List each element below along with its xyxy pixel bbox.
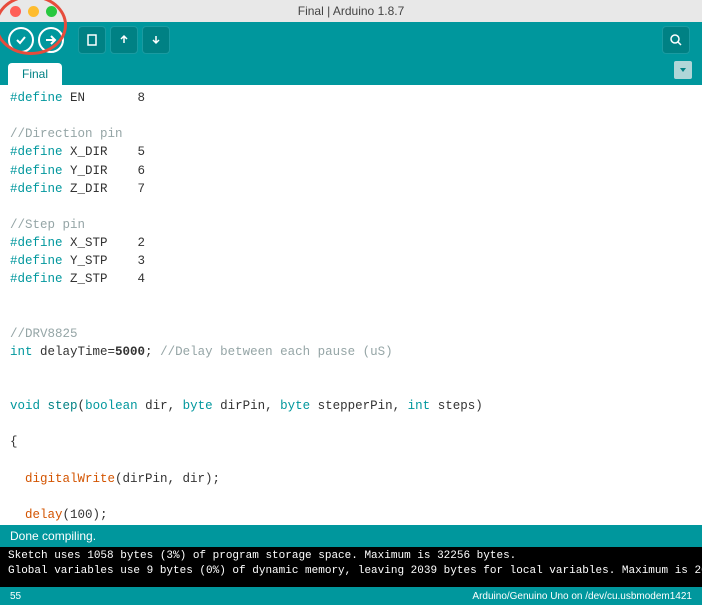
toolbar <box>0 22 702 57</box>
status-bar: Done compiling. <box>0 525 702 547</box>
footer-bar: 55 Arduino/Genuino Uno on /dev/cu.usbmod… <box>0 587 702 605</box>
code-editor[interactable]: #define EN 8 //Direction pin #define X_D… <box>0 85 702 525</box>
sketch-tab[interactable]: Final <box>8 63 62 85</box>
console-line1: Sketch uses 1058 bytes (3%) of program s… <box>8 550 516 562</box>
new-sketch-button[interactable] <box>78 26 106 54</box>
tab-menu-button[interactable] <box>674 61 692 79</box>
console-line2: Global variables use 9 bytes (0%) of dyn… <box>8 565 702 577</box>
console-output: Sketch uses 1058 bytes (3%) of program s… <box>0 547 702 587</box>
upload-button[interactable] <box>38 27 64 53</box>
open-sketch-button[interactable] <box>110 26 138 54</box>
status-message: Done compiling. <box>10 529 96 543</box>
window-titlebar: Final | Arduino 1.8.7 <box>0 0 702 22</box>
serial-monitor-button[interactable] <box>662 26 690 54</box>
verify-button[interactable] <box>8 27 34 53</box>
save-sketch-button[interactable] <box>142 26 170 54</box>
window-title: Final | Arduino 1.8.7 <box>0 4 702 18</box>
tab-bar: Final <box>0 57 702 85</box>
